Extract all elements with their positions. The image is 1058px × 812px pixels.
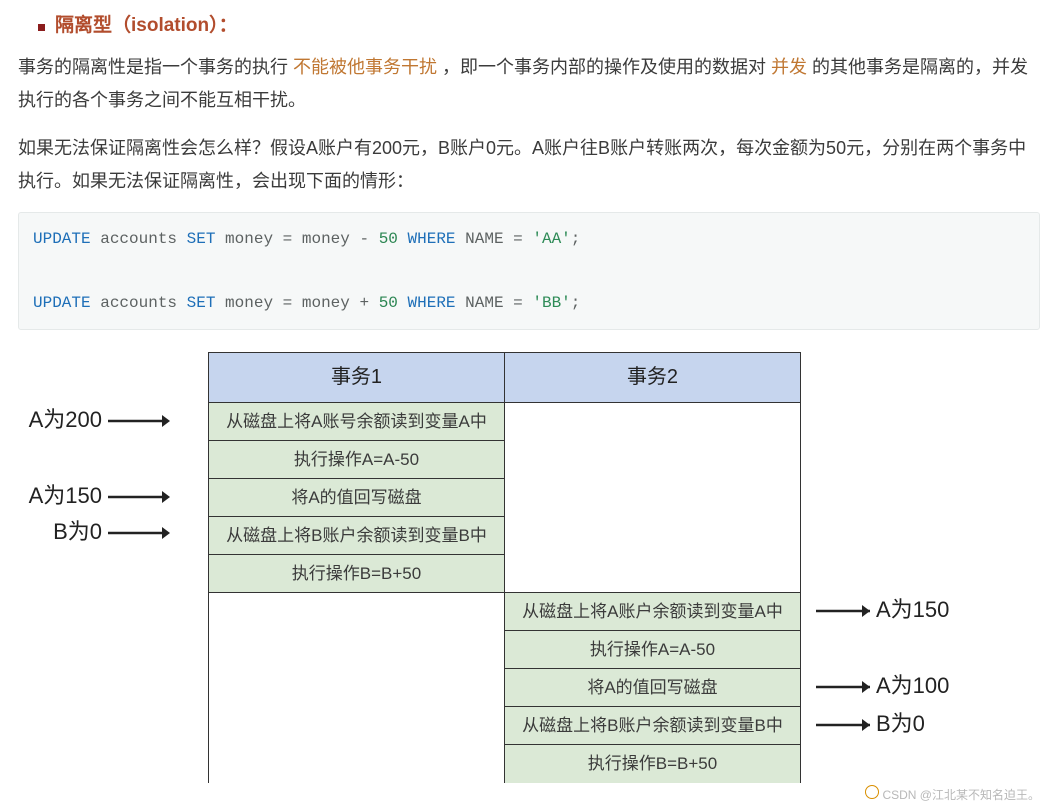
sql-code-block: UPDATE accounts SET money = money - 50 W… (18, 212, 1040, 330)
annot-text: A为200 (29, 400, 102, 441)
tx2-step: 执行操作B=B+50 (505, 745, 801, 783)
heading-text: 隔离型（isolation）： (55, 8, 238, 43)
code-kw: UPDATE (33, 294, 91, 312)
arrow-right-icon (808, 603, 870, 619)
bullet-icon (38, 24, 45, 31)
code-sp (369, 294, 379, 312)
tx2-step: 将A的值回写磁盘 (505, 669, 801, 707)
code-kw: WHERE (408, 230, 456, 248)
table-row: 从磁盘上将A账号余额读到变量A中 (209, 403, 801, 441)
code-sp (523, 230, 533, 248)
code-op: - (359, 230, 369, 248)
code-txt: NAME (456, 230, 514, 248)
code-kw: SET (187, 230, 216, 248)
code-op: = (513, 230, 523, 248)
heading-row: 隔离型（isolation）： (38, 8, 1040, 43)
table-header-row: 事务1 事务2 (209, 353, 801, 403)
annot-right-3: B为0 (808, 704, 1058, 745)
annot-left-3: B为0 (10, 512, 170, 553)
p1-a: 事务的隔离性是指一个事务的执行 (18, 57, 293, 77)
header-tx2: 事务2 (505, 353, 801, 403)
tx1-step: 执行操作A=A-50 (209, 441, 505, 479)
tx1-empty (209, 593, 505, 783)
code-txt: money (292, 230, 359, 248)
code-txt: money (215, 230, 282, 248)
code-str: 'BB' (532, 294, 570, 312)
arrow-left-icon (108, 413, 170, 429)
tx2-step: 执行操作A=A-50 (505, 631, 801, 669)
annot-left-1: A为200 (10, 400, 170, 441)
code-num: 50 (379, 230, 398, 248)
p1-b: ，即一个事务内部的操作及使用的数据对 (442, 57, 771, 77)
arrow-left-icon (108, 525, 170, 541)
tx2-empty (505, 403, 801, 593)
tx1-step: 从磁盘上将A账号余额读到变量A中 (209, 403, 505, 441)
paragraph-2: 如果无法保证隔离性会怎么样？假设A账户有200元，B账户0元。A账户往B账户转账… (18, 132, 1040, 199)
annot-text: B为0 (53, 512, 102, 553)
diagram-wrapper: A为200 A为150 B为0 A为150 A为100 B为0 (18, 352, 1040, 792)
arrow-right-icon (808, 679, 870, 695)
watermark-text: CSDN @江北某不知名迫王。 (882, 788, 1040, 802)
code-end: ; (571, 230, 581, 248)
code-op: = (513, 294, 523, 312)
annot-text: B为0 (876, 704, 925, 745)
annot-text: A为100 (876, 666, 949, 707)
header-tx1: 事务1 (209, 353, 505, 403)
code-kw: WHERE (408, 294, 456, 312)
transaction-table: 事务1 事务2 从磁盘上将A账号余额读到变量A中 执行操作A=A-50 将A的值… (208, 352, 801, 783)
code-end: ; (571, 294, 581, 312)
code-txt: accounts (91, 230, 187, 248)
annot-left-2: A为150 (10, 476, 170, 517)
code-txt: money (215, 294, 282, 312)
tx2-step: 从磁盘上将B账户余额读到变量B中 (505, 707, 801, 745)
watermark: CSDN @江北某不知名迫王。 (865, 784, 1040, 806)
code-txt: NAME (456, 294, 514, 312)
tx1-step: 从磁盘上将B账户余额读到变量B中 (209, 517, 505, 555)
code-sp (369, 230, 379, 248)
csdn-logo-icon (865, 785, 879, 799)
p1-hl2: 并发 (771, 57, 812, 77)
code-kw: UPDATE (33, 230, 91, 248)
annot-right-1: A为150 (808, 590, 1058, 631)
code-sp (523, 294, 533, 312)
code-op: + (359, 294, 369, 312)
tx1-step: 执行操作B=B+50 (209, 555, 505, 593)
annot-text: A为150 (876, 590, 949, 631)
code-sp (398, 294, 408, 312)
code-txt: accounts (91, 294, 187, 312)
p1-hl1: 不能被他事务干扰 (293, 57, 442, 77)
tx1-step: 将A的值回写磁盘 (209, 479, 505, 517)
code-op: = (283, 294, 293, 312)
code-txt: money (292, 294, 359, 312)
tx2-step: 从磁盘上将A账户余额读到变量A中 (505, 593, 801, 631)
annot-right-2: A为100 (808, 666, 1058, 707)
paragraph-1: 事务的隔离性是指一个事务的执行 不能被他事务干扰 ，即一个事务内部的操作及使用的… (18, 51, 1040, 118)
arrow-right-icon (808, 717, 870, 733)
table-row: 从磁盘上将A账户余额读到变量A中 (209, 593, 801, 631)
annot-text: A为150 (29, 476, 102, 517)
code-kw: SET (187, 294, 216, 312)
arrow-left-icon (108, 489, 170, 505)
code-str: 'AA' (532, 230, 570, 248)
code-num: 50 (379, 294, 398, 312)
code-op: = (283, 230, 293, 248)
code-sp (398, 230, 408, 248)
